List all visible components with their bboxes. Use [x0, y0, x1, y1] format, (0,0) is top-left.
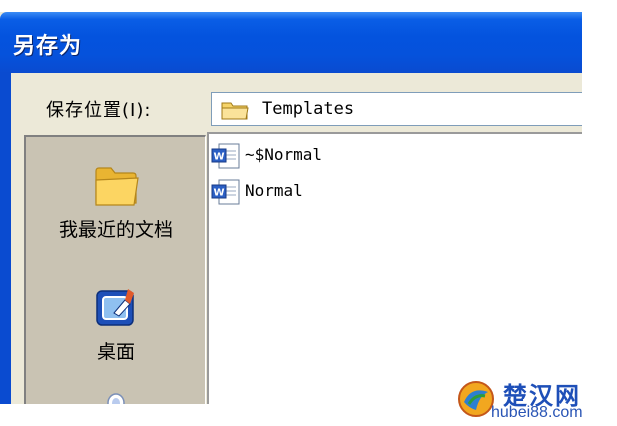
word-document-icon: W	[211, 179, 240, 205]
file-list[interactable]: W ~$Normal W Normal	[207, 132, 582, 404]
svg-text:W: W	[214, 152, 225, 163]
svg-text:W: W	[214, 188, 225, 199]
watermark: 楚汉网 hubei88.com	[455, 374, 617, 426]
file-name: ~$Normal	[245, 145, 323, 164]
folder-icon	[221, 102, 249, 120]
folder-icon	[95, 167, 139, 206]
my-documents-icon	[107, 393, 125, 404]
dialog-title: 另存为	[13, 34, 83, 59]
place-my-recent-documents[interactable]: 我最近的文档	[26, 163, 205, 242]
file-name: Normal	[245, 181, 303, 200]
save-in-label: 保存位置(I):	[46, 100, 152, 121]
watermark-url: hubei88.com	[491, 404, 583, 421]
place-label: 桌面	[96, 341, 135, 363]
window-frame	[0, 73, 11, 404]
word-document-icon: W	[211, 143, 240, 169]
save-in-value: Templates	[262, 99, 355, 119]
save-as-dialog: 另存为 保存位置(I): Templates 我最近的文档 桌面 W ~$Nor…	[0, 12, 582, 404]
place-my-documents[interactable]	[26, 387, 205, 404]
places-bar: 我最近的文档 桌面	[24, 135, 206, 404]
place-desktop[interactable]: 桌面	[26, 283, 205, 364]
watermark-logo	[458, 381, 494, 417]
save-in-dropdown[interactable]: Templates	[211, 92, 582, 126]
desktop-icon	[96, 289, 134, 326]
place-label: 我最近的文档	[58, 219, 173, 241]
title-bar[interactable]: 另存为	[0, 12, 582, 73]
